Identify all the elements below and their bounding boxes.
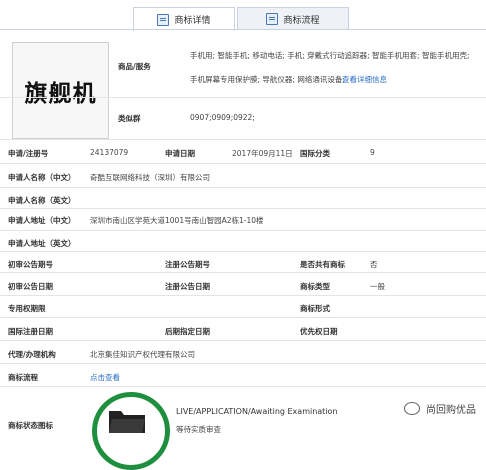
apply-date-value: 2017年09月11日: [232, 149, 293, 158]
later-date-label: 后期指定日期: [165, 327, 210, 336]
divider: [0, 295, 486, 296]
trademark-image: 旗舰机: [12, 42, 109, 139]
priority-date-label: 优先权日期: [300, 327, 338, 336]
goods-services-line2: 手机屏幕专用保护膜; 导航仪器; 网络通讯设备;: [190, 75, 345, 84]
address-en-label: 申请人地址（英文）: [8, 239, 76, 248]
divider: [0, 363, 486, 364]
divider: [0, 317, 486, 318]
tab-divider: [0, 29, 486, 30]
divider: [0, 208, 486, 209]
intl-reg-date-label: 国际注册日期: [8, 327, 53, 336]
document-icon: [266, 13, 279, 25]
shared-label: 是否共有商标: [300, 260, 345, 269]
status-icon-label: 商标状态图标: [8, 421, 53, 430]
process-link[interactable]: 点击查看: [90, 372, 120, 383]
wechat-icon: [404, 402, 420, 415]
reg-pub-no-label: 注册公告期号: [165, 260, 210, 269]
folder-icon: [109, 411, 145, 433]
agent-label: 代理/办理机构: [8, 350, 56, 359]
reg-no-value: 24137079: [90, 148, 129, 157]
status-text: LIVE/APPLICATION/Awaiting Examination: [176, 407, 338, 416]
view-details-link[interactable]: 查看详细信息: [342, 74, 387, 85]
intl-class-value: 9: [370, 148, 375, 157]
reg-no-label: 申请/注册号: [8, 149, 49, 158]
address-cn-label: 申请人地址（中文）: [8, 216, 76, 225]
status-sub-text: 等待实质审查: [176, 425, 221, 434]
divider: [0, 97, 486, 98]
similar-group-label: 类似群: [118, 114, 141, 123]
reg-pub-date-label: 注册公告日期: [165, 282, 210, 291]
trademark-text: 旗舰机: [24, 80, 97, 107]
form-label: 商标形式: [300, 304, 330, 313]
applicant-en-label: 申请人名称（英文）: [8, 196, 76, 205]
divider: [0, 272, 486, 273]
divider: [0, 230, 486, 231]
tab-label: 商标详情: [174, 16, 211, 26]
divider: [0, 187, 486, 188]
tab-trademark-details[interactable]: 商标详情: [133, 7, 235, 31]
exclusive-label: 专用权期限: [8, 304, 46, 313]
divider: [0, 251, 486, 252]
wechat-account: 尚回购优品: [426, 405, 476, 416]
process-label: 商标流程: [8, 373, 38, 382]
prelim-no-label: 初审公告期号: [8, 260, 53, 269]
divider: [0, 386, 486, 387]
wechat-watermark: 尚回购优品: [404, 401, 476, 416]
type-value: 一般: [370, 282, 385, 291]
divider: [0, 163, 486, 164]
divider: [0, 340, 486, 341]
intl-class-label: 国际分类: [300, 149, 330, 158]
agent-value: 北京集佳知识产权代理有限公司: [90, 350, 195, 359]
goods-services-line1: 手机用; 智能手机; 移动电话; 手机; 穿戴式行动追踪器; 智能手机用套; 智…: [190, 51, 470, 60]
shared-value: 否: [370, 260, 378, 269]
tab-label: 商标流程: [283, 15, 320, 26]
similar-group-value: 0907;0909;0922;: [190, 113, 255, 122]
prelim-date-label: 初审公告日期: [8, 282, 53, 291]
type-label: 商标类型: [300, 282, 330, 291]
address-cn-value: 深圳市南山区学苑大道1001号南山智园A2栋1-10楼: [90, 216, 264, 225]
applicant-cn-value: 奇酷互联网络科技（深圳）有限公司: [90, 173, 210, 182]
goods-services-label: 商品/服务: [118, 62, 151, 71]
applicant-cn-label: 申请人名称（中文）: [8, 173, 76, 182]
tab-bar: 商标详情 商标流程: [0, 0, 486, 31]
document-icon: [157, 13, 170, 26]
tab-trademark-process[interactable]: 商标流程: [237, 7, 349, 30]
apply-date-label: 申请日期: [165, 149, 195, 158]
divider: [0, 139, 486, 140]
